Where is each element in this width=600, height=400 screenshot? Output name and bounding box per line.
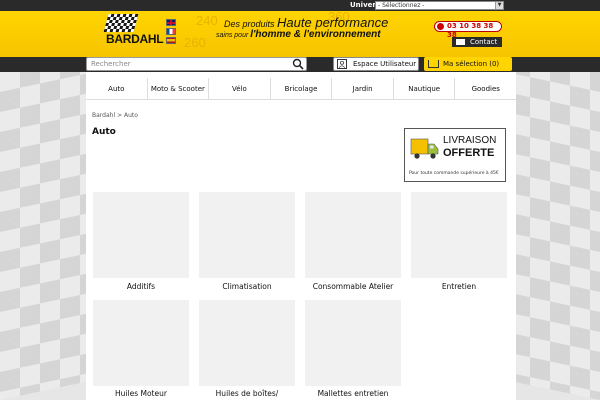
- breadcrumb-current: Auto: [123, 112, 138, 119]
- free-delivery-banner[interactable]: LIVRAISON OFFERTE Pour toute commande su…: [404, 128, 506, 182]
- phone-badge[interactable]: 03 10 38 38 38: [434, 21, 502, 39]
- breadcrumb-root[interactable]: Bardahl: [92, 112, 115, 119]
- category-label-huiles-de-boites[interactable]: Huiles de boîtes/: [194, 389, 300, 398]
- slogan-small-1: Des produits: [224, 19, 275, 29]
- fr-flag-icon[interactable]: [166, 28, 176, 35]
- user-space-label: Espace Utilisateur: [353, 60, 417, 68]
- cart-icon: [428, 60, 439, 68]
- nav-item-moto-scooter[interactable]: Moto & Scooter: [148, 78, 210, 99]
- nav-item-jardin[interactable]: Jardin: [332, 78, 394, 99]
- search-input[interactable]: Rechercher: [86, 57, 307, 71]
- chevron-down-icon: ▼: [495, 2, 503, 9]
- breadcrumb-separator: >: [117, 112, 123, 119]
- page-title: Auto: [92, 127, 116, 137]
- nav-item-auto[interactable]: Auto: [86, 78, 148, 99]
- category-label-consommable-atelier[interactable]: Consommable Atelier: [300, 282, 406, 291]
- category-tile-image[interactable]: [305, 300, 401, 386]
- univers-select[interactable]: - Sélectionnez - ▼: [375, 1, 504, 10]
- nav-item-bricolage[interactable]: Bricolage: [271, 78, 333, 99]
- category-nav: Auto Moto & Scooter Vélo Bricolage Jardi…: [86, 78, 516, 100]
- header-banner-content: BARDAHL 240 360 260 Des produits Haute p…: [88, 9, 512, 57]
- nav-item-goodies[interactable]: Goodies: [455, 78, 516, 99]
- es-flag-icon[interactable]: [166, 37, 176, 44]
- language-flags: [166, 19, 176, 46]
- slogan-big-2: l'homme & l'environnement: [250, 29, 381, 40]
- slogan-line-2: sains pour l'homme & l'environnement: [216, 29, 381, 40]
- univers-select-value: - Sélectionnez -: [378, 2, 425, 9]
- uk-flag-icon[interactable]: [166, 19, 176, 26]
- category-tile-image[interactable]: [199, 300, 295, 386]
- nav-item-velo[interactable]: Vélo: [209, 78, 271, 99]
- promo-subtitle: Pour toute commande supérieure à 45€: [409, 171, 499, 176]
- slogan-big-1: Haute performance: [277, 15, 389, 30]
- category-label-mallettes-entretien[interactable]: Mallettes entretien: [300, 389, 406, 398]
- slogan-line-1: Des produits Haute performance: [224, 15, 388, 30]
- logo[interactable]: BARDAHL: [106, 32, 164, 46]
- user-icon: [337, 59, 347, 69]
- category-tile-image[interactable]: [411, 192, 507, 278]
- promo-title-line-2: OFFERTE: [443, 147, 495, 159]
- contact-label: Contact: [470, 38, 498, 46]
- category-label-huiles-moteur[interactable]: Huiles Moteur: [88, 389, 194, 398]
- nav-item-nautique[interactable]: Nautique: [394, 78, 456, 99]
- decorative-number: 260: [184, 35, 206, 50]
- cart-label: Ma sélection (0): [443, 60, 500, 68]
- category-label-additifs[interactable]: Additifs: [88, 282, 194, 291]
- decorative-number: 240: [196, 13, 218, 28]
- category-label-entretien[interactable]: Entretien: [406, 282, 512, 291]
- breadcrumb: Bardahl > Auto: [92, 112, 138, 119]
- category-tile-image[interactable]: [305, 192, 401, 278]
- search-placeholder: Rechercher: [91, 60, 131, 68]
- top-strip: [0, 0, 600, 11]
- promo-title-line-1: LIVRAISON: [443, 135, 497, 146]
- truck-icon: [410, 138, 439, 159]
- phone-icon: [437, 23, 444, 30]
- checkered-flag-icon[interactable]: [103, 14, 139, 32]
- category-tile-image[interactable]: [93, 192, 189, 278]
- mail-icon: [456, 39, 465, 45]
- category-tile-image[interactable]: [199, 192, 295, 278]
- contact-button[interactable]: Contact: [452, 37, 502, 47]
- category-tile-image[interactable]: [93, 300, 189, 386]
- search-icon[interactable]: [292, 58, 304, 70]
- slogan-small-2: sains pour: [216, 32, 249, 39]
- category-label-climatisation[interactable]: Climatisation: [194, 282, 300, 291]
